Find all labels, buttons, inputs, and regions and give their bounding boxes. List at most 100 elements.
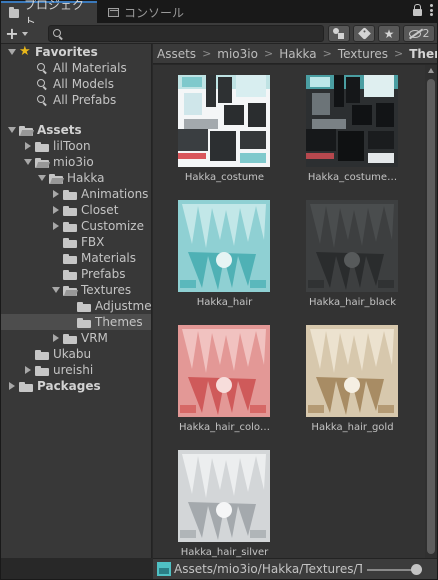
asset-item-texture[interactable]: Hakka_costume bbox=[153, 65, 283, 185]
folder-icon bbox=[9, 6, 19, 18]
tree-row-all-models[interactable]: All Models bbox=[1, 76, 151, 92]
folder-icon bbox=[19, 381, 33, 392]
tree-row-liltoon[interactable]: lilToon bbox=[1, 138, 151, 154]
create-button[interactable]: + bbox=[5, 25, 41, 42]
asset-item-texture[interactable]: Hakka_hair_black bbox=[281, 190, 411, 310]
folder-icon bbox=[63, 253, 77, 264]
tree-row-adjustments[interactable]: Adjustme bbox=[1, 298, 152, 314]
breadcrumb-current[interactable]: Themes bbox=[409, 47, 437, 61]
folder-open-icon bbox=[35, 157, 51, 168]
search-icon bbox=[53, 29, 61, 37]
chevron-right-icon[interactable] bbox=[7, 381, 17, 391]
scroll-up-icon[interactable] bbox=[428, 68, 434, 73]
chevron-down-icon[interactable] bbox=[7, 125, 17, 135]
tree-row-materials[interactable]: Materials bbox=[1, 250, 151, 266]
chevron-right-icon: > bbox=[394, 47, 404, 60]
chevron-down-icon[interactable] bbox=[37, 173, 47, 183]
folder-tree: ★ Favorites All Materials All Models All… bbox=[1, 44, 152, 558]
console-icon bbox=[108, 7, 119, 17]
chevron-down-icon[interactable] bbox=[23, 157, 33, 167]
folder-icon bbox=[63, 221, 77, 232]
search-input[interactable] bbox=[65, 26, 321, 41]
tree-label: Adjustme bbox=[95, 299, 152, 313]
asset-grid: Hakka_costume Hakka_costume… Hakka_hair … bbox=[153, 65, 425, 558]
asset-item-texture[interactable]: Hakka_hair bbox=[153, 190, 283, 310]
hidden-count: 2 bbox=[422, 27, 430, 40]
chevron-down-icon bbox=[22, 31, 28, 36]
chevron-right-icon[interactable] bbox=[51, 333, 61, 343]
tree-row-animations[interactable]: Animations bbox=[1, 186, 151, 202]
breadcrumb-item[interactable]: Textures bbox=[338, 47, 388, 61]
texture-thumbnail bbox=[178, 75, 270, 167]
tree-row-closet[interactable]: Closet bbox=[1, 202, 151, 218]
tree-row-vrm[interactable]: VRM bbox=[1, 330, 151, 346]
hidden-packages-toggle[interactable]: 2 bbox=[403, 25, 435, 42]
breadcrumb-item[interactable]: Hakka bbox=[279, 47, 316, 61]
search-by-label-button[interactable] bbox=[353, 25, 375, 42]
tree-row-favorites[interactable]: ★ Favorites bbox=[1, 44, 151, 60]
tree-row-packages[interactable]: Packages bbox=[1, 378, 151, 394]
tree-label: ureishi bbox=[53, 363, 94, 377]
asset-item-texture[interactable]: Hakka_hair_gold bbox=[281, 315, 411, 435]
tree-row-fbx[interactable]: FBX bbox=[1, 234, 151, 250]
tree-row-themes[interactable]: Themes bbox=[1, 314, 151, 330]
folder-open-icon bbox=[49, 173, 65, 184]
tree-row-prefabs[interactable]: Prefabs bbox=[1, 266, 151, 282]
tab-console-label: コンソール bbox=[124, 5, 185, 20]
texture-thumbnail bbox=[306, 325, 398, 417]
chevron-right-icon[interactable] bbox=[23, 365, 33, 375]
texture-thumbnail bbox=[178, 450, 270, 542]
tree-label: All Models bbox=[53, 77, 114, 91]
folder-icon bbox=[77, 317, 91, 328]
tree-label: Assets bbox=[37, 123, 82, 137]
tree-label: Ukabu bbox=[53, 347, 92, 361]
tree-row-mio3io[interactable]: mio3io bbox=[1, 154, 151, 170]
asset-item-texture[interactable]: Hakka_hair_silver bbox=[153, 440, 283, 558]
chevron-right-icon[interactable] bbox=[51, 189, 61, 199]
asset-label: Hakka_hair_gold bbox=[311, 422, 394, 433]
tree-row-ukabu[interactable]: Ukabu bbox=[1, 346, 151, 362]
asset-label: Hakka_hair_black bbox=[308, 297, 397, 308]
tree-row-all-prefabs[interactable]: All Prefabs bbox=[1, 92, 151, 108]
tree-label: Closet bbox=[81, 203, 119, 217]
search-icon bbox=[37, 78, 48, 90]
breadcrumb-item[interactable]: Assets bbox=[157, 47, 196, 61]
tab-console[interactable]: コンソール bbox=[100, 1, 210, 23]
tree-row-textures[interactable]: Textures bbox=[1, 282, 151, 298]
asset-item-texture[interactable]: Hakka_costume… bbox=[281, 65, 411, 185]
chevron-right-icon[interactable] bbox=[51, 205, 61, 215]
chevron-right-icon[interactable] bbox=[51, 221, 61, 231]
tree-row-ureishi[interactable]: ureishi bbox=[1, 362, 151, 378]
tree-row-customize[interactable]: Customize bbox=[1, 218, 151, 234]
tree-label: Packages bbox=[37, 379, 101, 393]
chevron-down-icon[interactable] bbox=[51, 285, 61, 295]
tree-row-assets[interactable]: Assets bbox=[1, 122, 151, 138]
tree-label: All Materials bbox=[53, 61, 127, 75]
save-search-favorite-button[interactable]: ★ bbox=[378, 25, 400, 42]
scrollbar-thumb[interactable] bbox=[427, 79, 435, 554]
chevron-down-icon[interactable] bbox=[7, 47, 17, 57]
lock-icon[interactable] bbox=[413, 4, 422, 16]
folder-icon bbox=[63, 269, 77, 280]
tree-row-hakka[interactable]: Hakka bbox=[1, 170, 151, 186]
tab-actions bbox=[413, 4, 433, 16]
search-by-type-button[interactable] bbox=[328, 25, 350, 42]
asset-label: Hakka_costume bbox=[184, 172, 265, 183]
breadcrumb-item[interactable]: mio3io bbox=[217, 47, 258, 61]
asset-item-texture[interactable]: Hakka_hair_colo… bbox=[153, 315, 283, 435]
tab-project[interactable]: プロジェクト bbox=[1, 0, 97, 29]
project-window: プロジェクト コンソール + ★ 2 ★ Favorites All Mater… bbox=[0, 0, 438, 580]
tree-row-all-materials[interactable]: All Materials bbox=[1, 60, 151, 76]
folder-open-icon bbox=[19, 125, 35, 136]
search-field[interactable] bbox=[48, 25, 324, 42]
zoom-slider-handle[interactable] bbox=[411, 564, 422, 575]
chevron-right-icon[interactable] bbox=[23, 141, 33, 151]
grid-scrollbar[interactable] bbox=[425, 65, 437, 558]
search-icon bbox=[37, 62, 48, 74]
more-options-icon[interactable] bbox=[430, 4, 433, 16]
texture-thumbnail bbox=[306, 75, 398, 167]
tree-label: Favorites bbox=[35, 45, 98, 59]
tree-label: FBX bbox=[81, 235, 105, 249]
asset-label: Hakka_hair_silver bbox=[180, 547, 269, 558]
tree-label: Prefabs bbox=[81, 267, 126, 281]
